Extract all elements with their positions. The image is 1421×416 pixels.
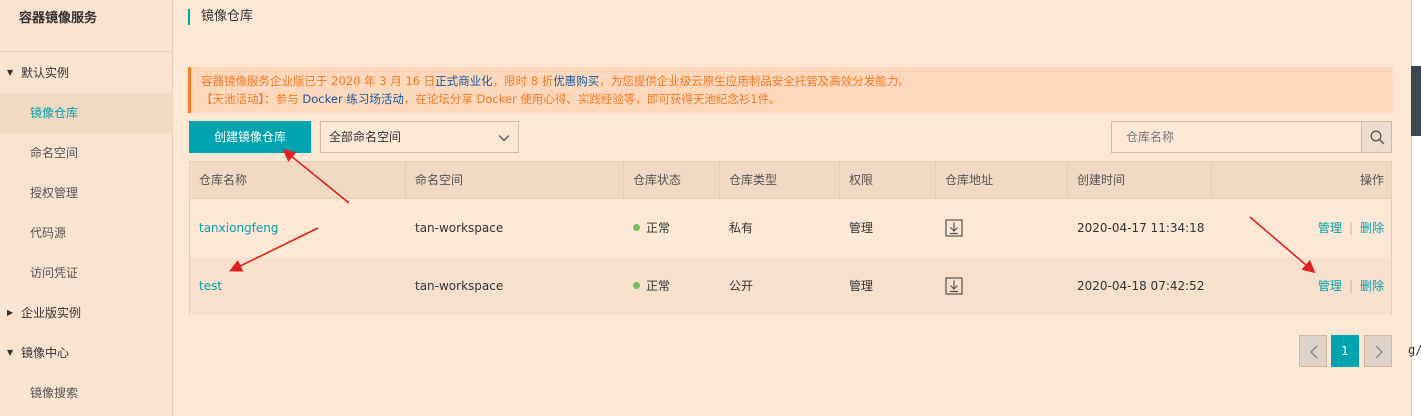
search-input[interactable] bbox=[1112, 122, 1361, 152]
sidebar-group-mirror[interactable]: ▼ 镜像中心 bbox=[0, 333, 173, 373]
sidebar-item-code-source[interactable]: 代码源 bbox=[0, 213, 173, 253]
chevron-down-icon bbox=[498, 135, 510, 142]
sidebar-item-label: 代码源 bbox=[30, 226, 67, 240]
search-icon bbox=[1370, 130, 1385, 145]
notice-text: 【天池活动】：参与 bbox=[201, 92, 303, 106]
download-icon[interactable] bbox=[945, 277, 963, 295]
repo-namespace: tan-workspace bbox=[415, 279, 504, 293]
main-content: 镜像仓库 容器镜像服务企业版已于 2020 年 3 月 16 日正式商业化，限时… bbox=[173, 0, 1411, 416]
commercial-link[interactable]: 正式商业化 bbox=[435, 74, 493, 88]
next-page-button[interactable] bbox=[1364, 335, 1392, 367]
repo-name-link[interactable]: tanxiongfeng bbox=[190, 199, 406, 257]
notice-text: ，在论坛分享 Docker 使用心得、实践经验等，即可获得天池纪念衫1件。 bbox=[403, 92, 781, 106]
repo-permission: 管理 bbox=[849, 279, 874, 293]
page-header: 镜像仓库 bbox=[173, 0, 1411, 36]
chevron-right-icon bbox=[1375, 345, 1383, 359]
sidebar-group-enterprise[interactable]: ▶ 企业版实例 bbox=[0, 293, 173, 333]
title-accent-bar bbox=[188, 9, 190, 25]
discount-link[interactable]: 优惠购买 bbox=[553, 74, 599, 88]
repo-status: 正常 bbox=[624, 199, 720, 257]
adjacent-window-text: g/ bbox=[1408, 343, 1421, 357]
sidebar-group-label: 企业版实例 bbox=[21, 306, 82, 320]
col-header-address: 仓库地址 bbox=[936, 162, 1068, 199]
repo-ops: 管理 | 删除 bbox=[1212, 257, 1391, 315]
status-text: 正常 bbox=[646, 221, 671, 235]
caret-down-icon: ▼ bbox=[7, 68, 14, 77]
chevron-left-icon bbox=[1310, 345, 1318, 359]
adjacent-window-dark-panel bbox=[1411, 66, 1421, 136]
repo-status: 正常 bbox=[624, 257, 720, 315]
repo-type: 公开 bbox=[729, 279, 754, 293]
repo-created: 2020-04-17 11:34:18 bbox=[1077, 221, 1205, 235]
prev-page-button[interactable] bbox=[1299, 335, 1327, 367]
sidebar-title: 容器镜像服务 bbox=[0, 0, 172, 52]
notice-banner: 容器镜像服务企业版已于 2020 年 3 月 16 日正式商业化，限时 8 折优… bbox=[188, 67, 1393, 113]
sidebar-item-label: 访问凭证 bbox=[30, 266, 79, 280]
repo-address bbox=[936, 199, 1068, 257]
sidebar-item-label: 授权管理 bbox=[30, 186, 79, 200]
sidebar-group-default[interactable]: ▼ 默认实例 bbox=[0, 53, 173, 93]
search-box bbox=[1111, 121, 1362, 153]
caret-down-icon: ▼ bbox=[7, 348, 14, 357]
status-dot-icon bbox=[633, 282, 640, 289]
sidebar-item-credentials[interactable]: 访问凭证 bbox=[0, 253, 173, 293]
download-icon[interactable] bbox=[945, 219, 963, 237]
sidebar-group-label: 镜像中心 bbox=[21, 346, 70, 360]
col-header-ops: 操作 bbox=[1359, 173, 1384, 187]
sidebar-group-label: 默认实例 bbox=[21, 66, 70, 80]
notice-text: ，为您提供企业级云原生应用制品安全托管及高效分发能力。 bbox=[599, 74, 910, 88]
sidebar-item-label: 镜像搜索 bbox=[30, 386, 79, 400]
sidebar-item-label: 镜像仓库 bbox=[30, 106, 79, 120]
repo-type: 私有 bbox=[729, 221, 754, 235]
status-text: 正常 bbox=[646, 279, 671, 293]
docker-activity-link[interactable]: Docker 练习场活动 bbox=[302, 92, 403, 106]
sidebar-item-mirror-search[interactable]: 镜像搜索 bbox=[0, 373, 173, 413]
create-repo-button[interactable]: 创建镜像仓库 bbox=[189, 121, 311, 153]
table-row: tanxiongfeng tan-workspace 正常 私有 管理 2020… bbox=[190, 199, 1391, 257]
repo-name-link[interactable]: test bbox=[190, 257, 406, 315]
col-header-status: 仓库状态 bbox=[624, 162, 720, 199]
col-header-namespace: 命名空间 bbox=[406, 162, 624, 199]
namespace-select[interactable]: 全部命名空间 bbox=[320, 121, 519, 153]
sidebar-item-repos[interactable]: 镜像仓库 bbox=[0, 93, 173, 133]
repo-table: 仓库名称 命名空间 仓库状态 仓库类型 权限 仓库地址 创建时间 操作 tanx… bbox=[189, 161, 1392, 315]
sidebar-item-auth[interactable]: 授权管理 bbox=[0, 173, 173, 213]
sidebar-item-namespaces[interactable]: 命名空间 bbox=[0, 133, 173, 173]
repo-address bbox=[936, 257, 1068, 315]
col-header-name: 仓库名称 bbox=[190, 162, 406, 199]
delete-link[interactable]: 删除 bbox=[1360, 221, 1384, 235]
ops-separator: | bbox=[1348, 221, 1353, 235]
ops-separator: | bbox=[1348, 279, 1353, 293]
col-header-permission: 权限 bbox=[840, 162, 936, 199]
repo-namespace: tan-workspace bbox=[415, 221, 504, 235]
repo-created: 2020-04-18 07:42:52 bbox=[1077, 279, 1205, 293]
repo-permission: 管理 bbox=[849, 221, 874, 235]
page-title: 镜像仓库 bbox=[201, 9, 254, 24]
notice-text: ，限时 8 折 bbox=[492, 74, 554, 88]
manage-link[interactable]: 管理 bbox=[1318, 221, 1342, 235]
sidebar: 容器镜像服务 ▼ 默认实例 镜像仓库 命名空间 授权管理 代码源 访问凭证 ▶ … bbox=[0, 0, 173, 416]
search-button[interactable] bbox=[1361, 121, 1392, 153]
table-row: test tan-workspace 正常 公开 管理 2020-04-18 0… bbox=[190, 257, 1391, 315]
sidebar-item-label: 命名空间 bbox=[30, 146, 79, 160]
col-header-type: 仓库类型 bbox=[720, 162, 840, 199]
delete-link[interactable]: 删除 bbox=[1360, 279, 1384, 293]
repo-ops: 管理 | 删除 bbox=[1212, 199, 1391, 257]
caret-right-icon: ▶ bbox=[7, 308, 14, 317]
notice-line-2: 【天池活动】：参与 Docker 练习场活动，在论坛分享 Docker 使用心得… bbox=[201, 90, 1383, 108]
col-header-created: 创建时间 bbox=[1068, 162, 1212, 199]
namespace-select-value: 全部命名空间 bbox=[329, 130, 402, 144]
manage-link[interactable]: 管理 bbox=[1318, 279, 1342, 293]
notice-text: 容器镜像服务企业版已于 2020 年 3 月 16 日 bbox=[201, 74, 436, 88]
page-number-current[interactable]: 1 bbox=[1331, 335, 1359, 367]
notice-line-1: 容器镜像服务企业版已于 2020 年 3 月 16 日正式商业化，限时 8 折优… bbox=[201, 72, 1383, 90]
status-dot-icon bbox=[633, 224, 640, 231]
table-header: 仓库名称 命名空间 仓库状态 仓库类型 权限 仓库地址 创建时间 操作 bbox=[190, 162, 1391, 199]
